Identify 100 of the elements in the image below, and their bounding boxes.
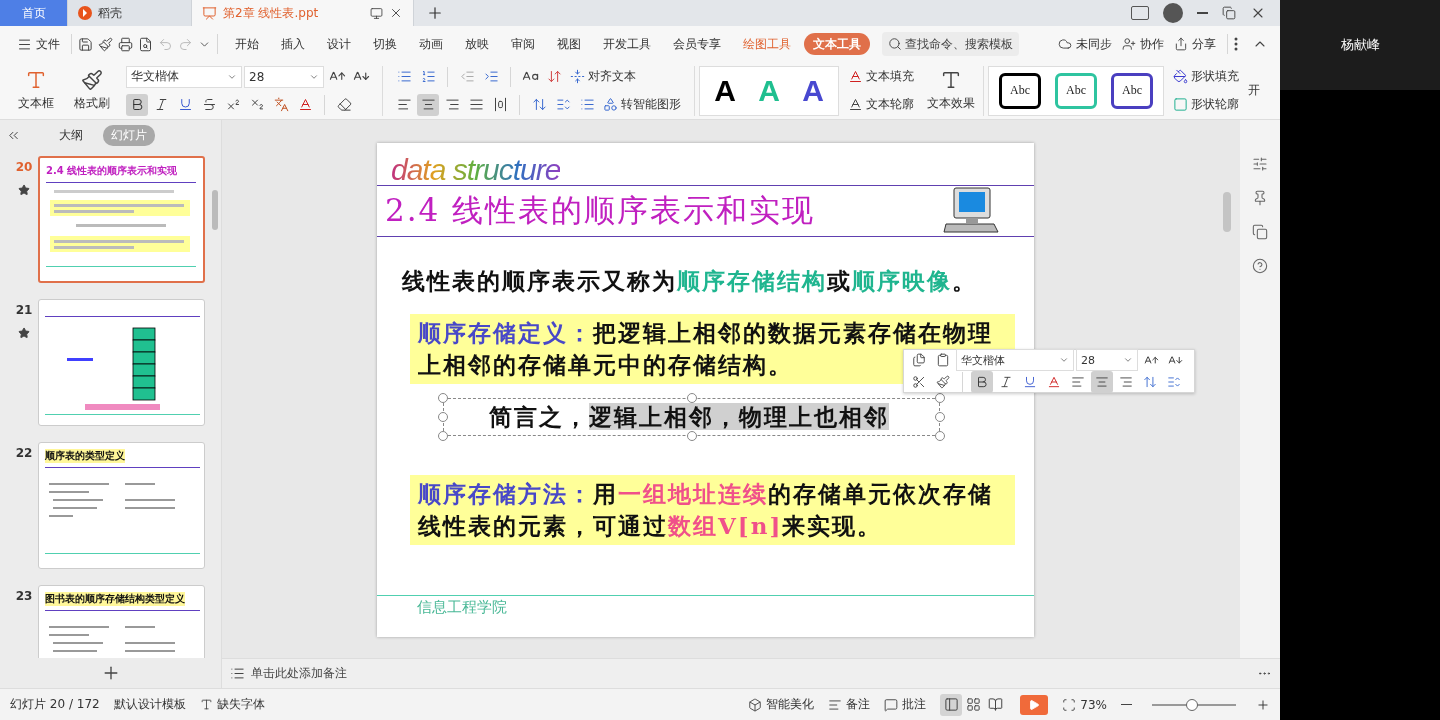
text-fill-icon bbox=[848, 69, 863, 84]
align-icon bbox=[1119, 375, 1133, 389]
align-button[interactable] bbox=[417, 93, 439, 116]
computer-icon bbox=[942, 186, 1000, 236]
paste-icon bbox=[936, 353, 950, 367]
notes-button[interactable]: 备注 bbox=[828, 696, 871, 713]
slide-thumbnail[interactable] bbox=[38, 299, 205, 426]
file-menu[interactable]: 文件 bbox=[12, 32, 65, 56]
bold-button[interactable] bbox=[971, 371, 993, 393]
menu-icon bbox=[17, 36, 32, 52]
notes-icon bbox=[230, 666, 245, 681]
document-tab[interactable]: 稻壳 bbox=[68, 0, 192, 26]
ribbon-tab[interactable]: 放映 bbox=[456, 33, 498, 55]
slide-thumbnail[interactable]: 图书表的顺序存储结构类型定义 bbox=[38, 585, 205, 658]
shape-outline-button[interactable]: 形状轮廓 bbox=[1170, 93, 1242, 116]
line-spacing-icon bbox=[1143, 375, 1157, 389]
bold-button[interactable] bbox=[126, 93, 148, 116]
text-style-swatch[interactable]: A bbox=[798, 73, 828, 108]
zoom-button[interactable]: 73% bbox=[1062, 697, 1107, 712]
template-button[interactable]: 默认设计模板 bbox=[113, 696, 186, 713]
restore-icon bbox=[1222, 6, 1236, 20]
outdent-icon bbox=[459, 69, 475, 84]
slide-thumbnail[interactable]: 顺序表的类型定义 bbox=[38, 442, 205, 569]
play-button[interactable] bbox=[1020, 694, 1049, 715]
zoom-out-icon[interactable] bbox=[1121, 703, 1132, 706]
spacing-list-icon bbox=[579, 97, 595, 112]
slide-number: 22 bbox=[15, 446, 33, 460]
ribbon-tab[interactable]: 视图 bbox=[548, 33, 590, 55]
resize-handle[interactable] bbox=[686, 431, 697, 441]
ribbon-tab[interactable]: 切换 bbox=[364, 33, 406, 55]
smart-art-button[interactable]: 转智能图形 bbox=[600, 93, 684, 116]
view-icon bbox=[943, 697, 959, 712]
scrollbar[interactable] bbox=[212, 190, 218, 230]
text-style-swatch[interactable]: A bbox=[710, 73, 740, 108]
toolbar-action[interactable]: 分享 bbox=[1169, 32, 1221, 56]
cube-icon bbox=[748, 697, 763, 712]
paragraph-spacing-icon bbox=[1167, 375, 1181, 389]
align-icon bbox=[492, 97, 508, 112]
text-outline-button[interactable]: 文本轮廓 bbox=[845, 93, 917, 116]
undo-icon bbox=[158, 36, 173, 52]
shape-style-swatch[interactable]: Abc bbox=[1111, 72, 1153, 109]
notes-icon bbox=[828, 697, 843, 712]
font-size-field[interactable]: 28 bbox=[1076, 349, 1138, 371]
superscript-icon bbox=[225, 97, 241, 112]
text-fill-button[interactable]: 文本填充 bbox=[845, 65, 917, 88]
phonetic-icon bbox=[273, 97, 289, 112]
view-button[interactable] bbox=[940, 693, 963, 716]
ribbon-tab[interactable]: 会员专享 bbox=[664, 33, 730, 55]
ribbon-tab[interactable]: 动画 bbox=[410, 33, 452, 55]
more-icon[interactable] bbox=[1234, 37, 1238, 51]
zoom-thumb[interactable] bbox=[1186, 698, 1199, 711]
copy-icon bbox=[912, 353, 926, 367]
view-icon bbox=[987, 697, 1003, 712]
ribbon-tab[interactable]: 审阅 bbox=[502, 33, 544, 55]
scrollbar[interactable] bbox=[1223, 192, 1231, 232]
play-icon bbox=[1028, 698, 1041, 711]
ribbon-tab[interactable]: 开始 bbox=[226, 33, 268, 55]
align-text-button[interactable]: 对齐文本 bbox=[567, 65, 639, 88]
text-box-button[interactable]: 文本框 bbox=[8, 64, 64, 117]
copy-icon bbox=[1252, 224, 1268, 240]
slide-number: 21 bbox=[15, 303, 33, 317]
format-painter-button[interactable]: 格式刷 bbox=[64, 64, 120, 117]
align-icon bbox=[444, 97, 460, 112]
comments-button[interactable]: 批注 bbox=[884, 696, 927, 713]
line-spacing-icon bbox=[531, 97, 547, 112]
eraser-icon bbox=[336, 97, 352, 112]
font-size-field[interactable]: 28 bbox=[244, 65, 324, 88]
toolbar-action[interactable]: 协作 bbox=[1117, 32, 1169, 56]
missing-fonts-button[interactable]: 缺失字体 bbox=[199, 696, 265, 713]
toolbar-action[interactable]: 未同步 bbox=[1053, 32, 1117, 56]
user-avatar[interactable] bbox=[1163, 3, 1183, 23]
slide-counter: 幻灯片 20 / 172 bbox=[10, 696, 100, 713]
font-field[interactable]: 华文楷体 bbox=[126, 65, 242, 88]
caret-icon bbox=[1123, 355, 1133, 365]
align-text-icon bbox=[570, 69, 585, 84]
thumbnail-title: 图书表的顺序存储结构类型定义 bbox=[45, 592, 185, 606]
slide-thumbnail[interactable]: 2.4 线性表的顺序表示和实现 bbox=[38, 156, 205, 283]
shape-fill-button[interactable]: 形状填充 bbox=[1170, 65, 1242, 88]
text-outline-icon bbox=[848, 97, 863, 112]
document-tab[interactable]: 首页 bbox=[0, 0, 68, 26]
align-icon bbox=[1095, 375, 1109, 389]
text-effect-button[interactable]: 文本效果 bbox=[923, 64, 979, 117]
font-color-icon bbox=[297, 97, 313, 112]
ribbon-tab[interactable]: 插入 bbox=[272, 33, 314, 55]
ribbon-tab[interactable]: 设计 bbox=[318, 33, 360, 55]
pane-tab[interactable]: 大纲 bbox=[51, 124, 91, 146]
window-count-icon[interactable] bbox=[1131, 6, 1149, 20]
font-field[interactable]: 华文楷体 bbox=[956, 349, 1074, 371]
shape-style-swatch[interactable]: Abc bbox=[1055, 72, 1097, 109]
resize-handle[interactable] bbox=[686, 393, 697, 403]
shape-style-swatch[interactable]: Abc bbox=[999, 72, 1041, 109]
shape-fill-icon bbox=[1173, 69, 1188, 84]
search-field[interactable]: 查找命令、搜索模板 bbox=[882, 32, 1019, 56]
presentation-icon bbox=[202, 5, 217, 21]
ribbon-tab[interactable]: 开发工具 bbox=[594, 33, 660, 55]
beautify-button[interactable]: 智能美化 bbox=[748, 696, 815, 713]
settings-icon bbox=[1252, 156, 1268, 172]
notes-placeholder[interactable]: 单击此处添加备注 bbox=[251, 665, 347, 682]
indent-icon bbox=[483, 69, 499, 84]
action-icon bbox=[1174, 37, 1188, 51]
